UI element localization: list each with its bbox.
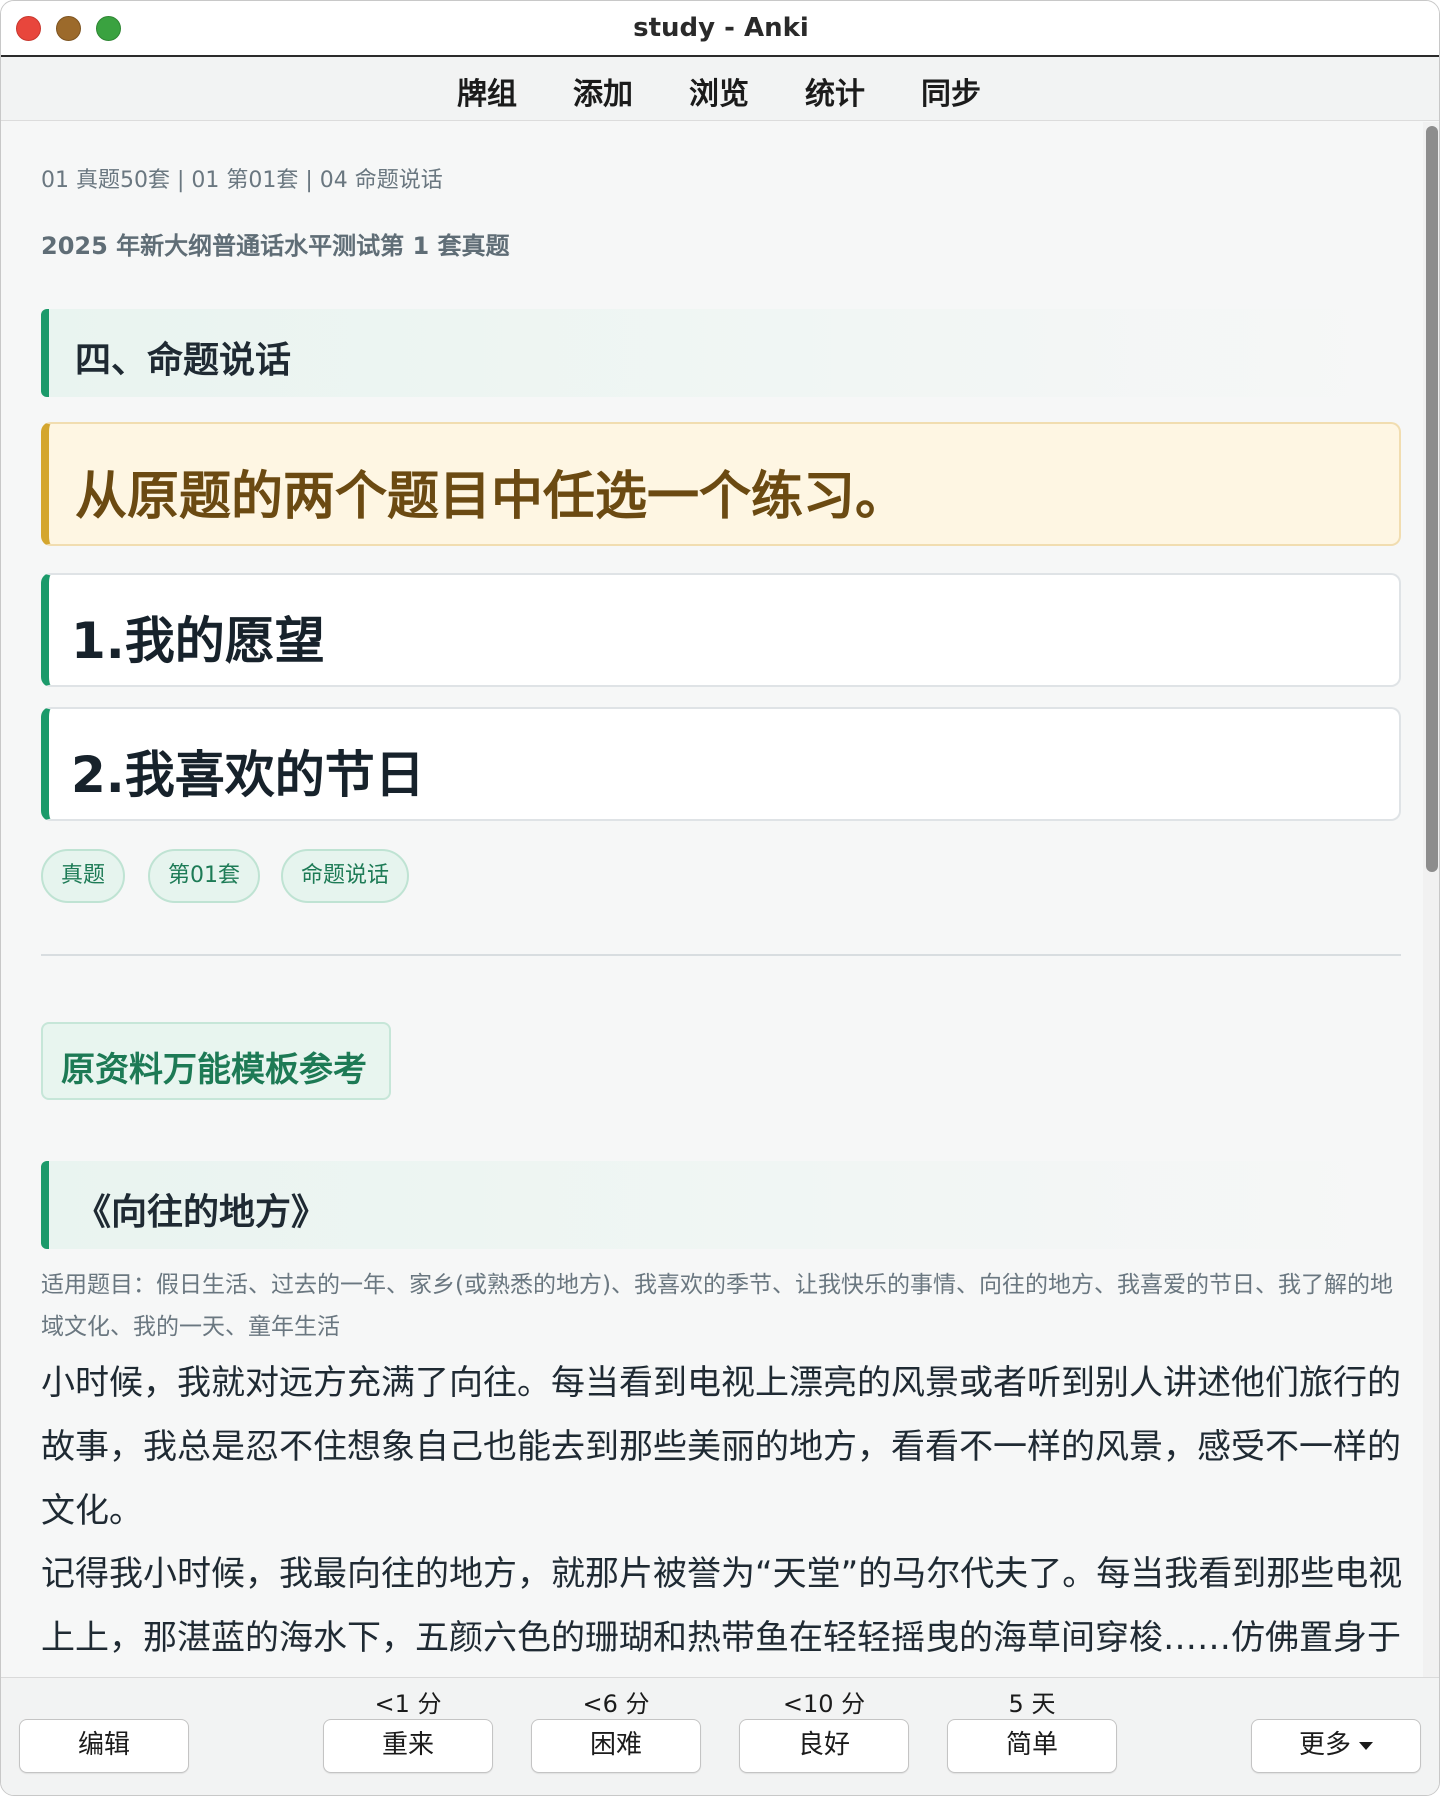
due-interval-hard: <6 分 bbox=[582, 1690, 650, 1718]
good-button[interactable]: 良好 bbox=[739, 1719, 909, 1773]
toolbar-stats[interactable]: 统计 bbox=[805, 69, 865, 113]
title-bar: study - Anki bbox=[1, 1, 1439, 57]
hard-button[interactable]: 困难 bbox=[531, 1719, 701, 1773]
deck-breadcrumb: 01 真题50套 | 01 第01套 | 04 命题说话 bbox=[41, 168, 443, 193]
card-subtitle: 2025 年新大纲普通话水平测试第 1 套真题 bbox=[41, 232, 510, 260]
more-button[interactable]: 更多 bbox=[1251, 1719, 1421, 1773]
due-interval-good: <10 分 bbox=[782, 1690, 866, 1718]
due-interval-again: <1 分 bbox=[374, 1690, 442, 1718]
reference-template-button[interactable]: 原资料万能模板参考 bbox=[41, 1022, 391, 1100]
essay-paragraph: 小时候，我就对远方充满了向往。每当看到电视上漂亮的风景或者听到别人讲述他们旅行的… bbox=[41, 1363, 1401, 1531]
essay-title: 《向往的地方》 bbox=[75, 1192, 328, 1233]
tag-pill: 第01套 bbox=[148, 849, 260, 903]
topic-title: 1.我的愿望 bbox=[71, 612, 325, 670]
topic-card: 2.我喜欢的节日 bbox=[41, 707, 1401, 821]
again-button[interactable]: 重来 bbox=[323, 1719, 493, 1773]
window-title: study - Anki bbox=[633, 13, 809, 43]
applicable-topics: 适用题目：假日生活、过去的一年、家乡(或熟悉的地方)、我喜欢的季节、让我快乐的事… bbox=[41, 1272, 1393, 1340]
topic-card: 1.我的愿望 bbox=[41, 573, 1401, 687]
toolbar-browse[interactable]: 浏览 bbox=[689, 69, 749, 113]
divider bbox=[41, 954, 1401, 956]
toolbar-decks[interactable]: 牌组 bbox=[457, 69, 517, 113]
toolbar-add[interactable]: 添加 bbox=[573, 69, 633, 113]
easy-button[interactable]: 简单 bbox=[947, 1719, 1117, 1773]
vertical-scrollbar[interactable] bbox=[1423, 122, 1439, 1677]
instruction-box: 从原题的两个题目中任选一个练习。 bbox=[41, 422, 1401, 546]
tag-pill: 命题说话 bbox=[281, 849, 410, 903]
instruction-text: 从原题的两个题目中任选一个练习。 bbox=[75, 467, 908, 527]
caret-down-icon bbox=[1359, 1741, 1373, 1750]
anki-window: study - Anki 牌组 添加 浏览 统计 同步 01 真题50套 | 0… bbox=[0, 0, 1440, 1796]
essay-paragraph: 记得我小时候，我最向往的地方，就那片被誉为“天堂”的马尔代夫了。每当我看到那些电… bbox=[41, 1554, 1403, 1658]
toolbar-sync[interactable]: 同步 bbox=[921, 69, 981, 113]
section-heading: 四、命题说话 bbox=[41, 309, 1401, 397]
answer-bar: 编辑 <1 分 重来 <6 分 困难 <10 分 良好 5 天 简单 更多 bbox=[1, 1677, 1439, 1795]
essay-heading: 《向往的地方》 bbox=[41, 1161, 1401, 1249]
section-title: 四、命题说话 bbox=[75, 340, 292, 381]
card-webview[interactable]: 01 真题50套 | 01 第01套 | 04 命题说话 2025 年新大纲普通… bbox=[1, 122, 1423, 1677]
reference-template-label: 原资料万能模板参考 bbox=[61, 1050, 367, 1090]
more-label: 更多 bbox=[1298, 1730, 1351, 1760]
scrollbar-thumb[interactable] bbox=[1426, 126, 1438, 872]
tag-pill: 真题 bbox=[41, 849, 126, 903]
main-toolbar: 牌组 添加 浏览 统计 同步 bbox=[1, 57, 1439, 121]
topic-title: 2.我喜欢的节日 bbox=[71, 746, 425, 804]
edit-button[interactable]: 编辑 bbox=[19, 1719, 189, 1773]
due-interval-easy: 5 天 bbox=[1008, 1690, 1056, 1718]
